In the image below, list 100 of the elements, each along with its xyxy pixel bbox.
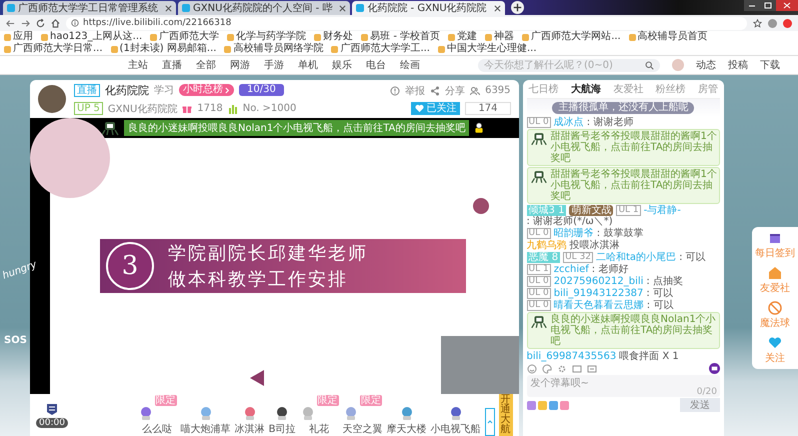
close-icon[interactable] <box>165 4 172 12</box>
nav-link[interactable]: 绘画 <box>400 58 420 72</box>
guard-badge[interactable]: 10/30 <box>239 84 284 96</box>
emoji-icon[interactable] <box>526 364 537 374</box>
forward-icon[interactable] <box>21 18 30 28</box>
bookmark-link[interactable]: 中国大学生心理健... <box>438 43 537 55</box>
expand-button[interactable] <box>484 408 495 436</box>
robot-mascot-icon <box>530 314 548 329</box>
screen-icon[interactable] <box>586 364 597 374</box>
user-level-badge: UL 0 <box>526 288 551 299</box>
screen-icon[interactable] <box>572 364 582 374</box>
bookmark-link[interactable]: 高校辅导员首页 <box>628 31 708 43</box>
bookmark-link[interactable]: 易班 - 学校首页 <box>361 31 440 43</box>
share-icon[interactable] <box>430 86 440 96</box>
browser-tab[interactable]: GXNU化药院院的个人空间 - 哔 <box>178 1 350 15</box>
new-tab-button[interactable] <box>510 1 524 14</box>
message-text: : 可以 <box>646 288 673 299</box>
title-badge: 萌新文战 <box>569 205 614 216</box>
nav-link[interactable]: 网游 <box>230 58 250 72</box>
timer-pill: 00:00 <box>36 418 68 428</box>
slide-heading: 做本科教学工作安排 <box>168 268 349 291</box>
nav-link[interactable]: 全部 <box>196 58 216 72</box>
gift-item[interactable]: 摩天大楼 <box>386 395 427 436</box>
nav-link[interactable]: 电台 <box>366 58 386 72</box>
gift-text: 喂食拌面 X 1 <box>619 351 679 362</box>
home-icon[interactable] <box>51 18 60 28</box>
open-guard-button[interactable]: 开通大航 <box>498 394 513 436</box>
bookmark-link[interactable]: 应用 <box>4 31 33 43</box>
follower-count: 174 <box>465 102 511 114</box>
account-icon[interactable] <box>768 18 777 28</box>
gift-item[interactable]: 小电视飞船 <box>430 395 481 436</box>
extension-icon[interactable] <box>783 18 792 28</box>
bookmark-link[interactable]: 财务处 <box>314 31 354 43</box>
gift-icon <box>182 104 192 114</box>
close-icon[interactable] <box>339 4 346 12</box>
maximize-button[interactable] <box>760 0 776 11</box>
rank-tab[interactable]: 大航海 <box>570 82 601 96</box>
nav-link[interactable]: 娱乐 <box>332 58 352 72</box>
bookmark-link[interactable]: (1封未读) 网易邮箱... <box>110 43 216 55</box>
nav-link[interactable]: 主站 <box>128 58 148 72</box>
bookmark-link[interactable]: hao123_上网从这... <box>41 31 142 43</box>
gift-item[interactable]: 限定 礼花 <box>300 395 339 436</box>
rank-text: No. >1000 <box>242 103 296 114</box>
heart-icon <box>768 336 782 350</box>
close-icon[interactable] <box>494 4 501 12</box>
bookmark-link[interactable]: 党建 <box>448 31 478 43</box>
danmaku-icon[interactable] <box>709 363 720 374</box>
live-tag: 直播 <box>74 84 100 96</box>
limited-tag: 限定 <box>316 395 339 406</box>
robot-mascot-icon <box>530 169 548 184</box>
robot-mascot-icon <box>530 131 548 146</box>
captain-badge-icon <box>44 402 59 416</box>
room-category[interactable]: 学习 <box>154 83 174 97</box>
palette-icon[interactable] <box>542 364 552 374</box>
user-level-badge: UL 0 <box>526 276 551 287</box>
nav-link[interactable]: 直播 <box>162 58 182 72</box>
message-text: : 鼓掌鼓掌 <box>596 228 644 239</box>
user-level-badge: UL 1 <box>616 205 641 216</box>
gift-item[interactable]: 限定 天空之翼 <box>342 395 383 436</box>
nav-link[interactable]: 下载 <box>760 58 780 72</box>
people-icon <box>470 86 480 96</box>
share-link[interactable]: 分享 <box>445 84 466 98</box>
char-counter: 0/20 <box>696 387 717 397</box>
bookmark-link[interactable]: 高校辅导员网络学院 <box>224 43 324 55</box>
bookmark-link[interactable]: 广西师范大学 <box>150 31 220 43</box>
star-icon[interactable] <box>753 18 762 28</box>
report-link[interactable]: 举报 <box>405 84 426 98</box>
search-icon[interactable] <box>645 60 654 70</box>
gift-announcement-banner[interactable]: 良良的小迷妹啊投喂良良Nolan1个小电视飞船，点击前往TA的房间去抽奖吧 <box>124 120 470 136</box>
room-avatar <box>38 85 66 113</box>
back-icon[interactable] <box>6 18 15 28</box>
reload-icon[interactable] <box>36 18 45 28</box>
gift-item[interactable]: 冰淇淋 <box>234 395 265 436</box>
bookmark-link[interactable]: 广西师范大学日常... <box>4 43 103 55</box>
gift-item[interactable]: 喵大炮浦草 <box>180 395 231 436</box>
message-text: : 可以 <box>646 300 674 311</box>
warning-icon[interactable] <box>390 86 400 96</box>
bookmark-link[interactable]: 广西师范大学网站... <box>522 31 621 43</box>
nav-link[interactable]: 手游 <box>264 58 284 72</box>
user-level-badge: UL 0 <box>526 300 551 311</box>
up-level-badge: UP 5 <box>74 102 103 115</box>
bookmark-link[interactable]: 化学与药学学院 <box>227 31 306 43</box>
bookmark-link[interactable]: 神器 <box>485 31 514 43</box>
address-field[interactable]: https://live.bilibili.com/22166318 <box>66 16 747 30</box>
calendar-icon <box>768 231 782 245</box>
browser-tab[interactable]: 广西师范大学学工日常管理系统 <box>3 1 176 15</box>
nav-link[interactable]: 动态 <box>696 58 716 72</box>
bookmark-link[interactable]: 广西师范大学学工... <box>331 43 430 55</box>
nav-link[interactable]: 单机 <box>298 58 318 72</box>
nav-link[interactable]: 投稿 <box>728 58 748 72</box>
owner-name[interactable]: GXNU化药院院 <box>108 102 178 116</box>
gift-item[interactable]: 限定 么么哒 <box>138 395 177 436</box>
gift-item[interactable]: B司拉 <box>268 395 296 436</box>
message-text: : 老师好 <box>592 264 628 275</box>
browser-tab[interactable]: 化药院院 - GXNU化药院院 <box>352 1 505 15</box>
hand-cursor-icon <box>473 122 486 134</box>
minimize-button[interactable] <box>744 0 760 11</box>
message-text: : 点抽奖 <box>646 276 683 287</box>
close-button[interactable] <box>776 0 798 11</box>
user-level-badge: UL 0 <box>526 228 551 239</box>
